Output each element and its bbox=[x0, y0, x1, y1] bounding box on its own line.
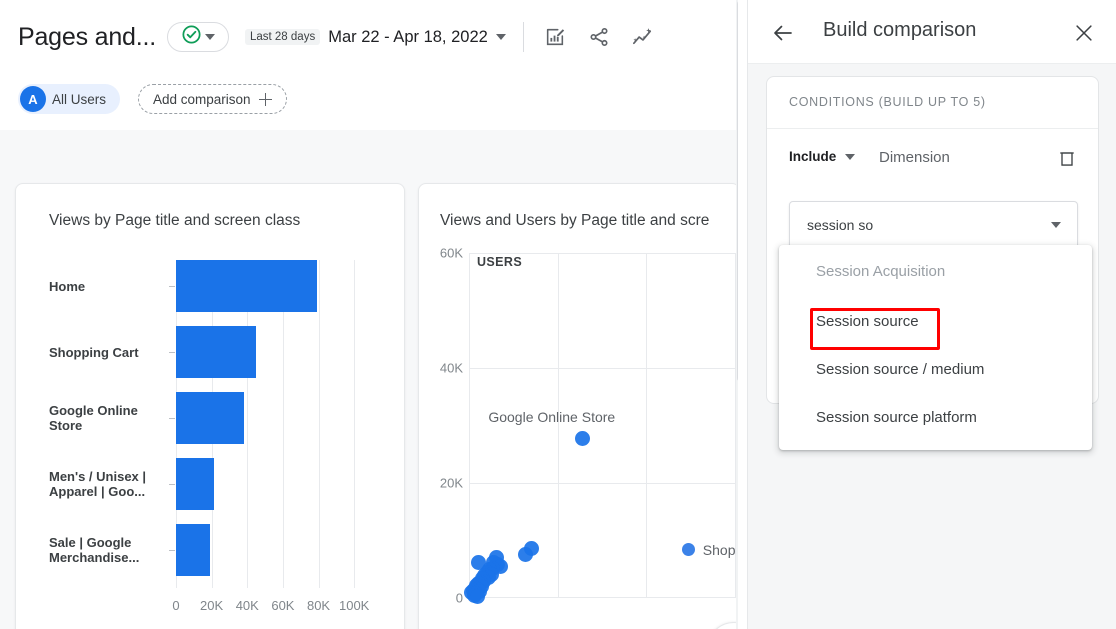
insights-icon[interactable] bbox=[630, 24, 656, 50]
scatter-chart-title: Views and Users by Page title and scre bbox=[440, 212, 710, 229]
bar-chart-axis-tick bbox=[169, 352, 175, 353]
bar-chart-category-label: Men's / Unisex | Apparel | Goo... bbox=[49, 469, 147, 499]
share-icon[interactable] bbox=[586, 24, 612, 50]
add-comparison-button[interactable]: Add comparison bbox=[138, 84, 287, 114]
scatter-gridline bbox=[469, 253, 735, 254]
card-views-and-users-scatter: Views and Users by Page title and scre 0… bbox=[418, 183, 738, 629]
bar-chart-axis-tick bbox=[169, 484, 175, 485]
bar-chart-category-label: Home bbox=[49, 279, 86, 294]
report-header: Pages and... Last 28 days Mar 22 - Apr 1… bbox=[0, 0, 738, 130]
date-chevron-down-icon[interactable] bbox=[495, 34, 506, 40]
scatter-data-point[interactable] bbox=[518, 546, 534, 562]
dropdown-option-label: Session source / medium bbox=[816, 360, 985, 378]
add-comparison-label: Add comparison bbox=[153, 91, 251, 107]
scatter-gridline bbox=[646, 253, 648, 598]
chevron-down-icon bbox=[204, 34, 215, 40]
avatar: A bbox=[20, 86, 46, 112]
bar-chart-x-tick-label: 20K bbox=[200, 598, 224, 613]
bar-chart-category-label: Shopping Cart bbox=[49, 345, 139, 360]
plus-icon bbox=[258, 92, 272, 106]
report-title-row: Pages and... Last 28 days Mar 22 - Apr 1… bbox=[18, 16, 656, 58]
scatter-series-name: USERS bbox=[477, 255, 523, 269]
chevron-down-icon bbox=[845, 153, 856, 160]
toolbar-divider bbox=[522, 22, 524, 52]
bar-chart-axis-tick bbox=[169, 550, 175, 551]
scatter-legend-item[interactable]: Shop bbox=[681, 541, 736, 558]
scatter-y-tick-label: 40K bbox=[439, 360, 463, 376]
report-main-area: Pages and... Last 28 days Mar 22 - Apr 1… bbox=[0, 0, 738, 629]
dropdown-group-label: Session Acquisition bbox=[816, 263, 946, 280]
bar-chart-x-tick-label: 100K bbox=[338, 598, 370, 613]
dropdown-option-label: Session source platform bbox=[816, 408, 977, 426]
scatter-y-tick-label: 20K bbox=[439, 475, 463, 491]
chevron-down-icon bbox=[1051, 222, 1061, 228]
comparison-chip-label: All Users bbox=[52, 91, 107, 107]
match-type-dropdown[interactable]: Include bbox=[789, 149, 856, 164]
scatter-gridline bbox=[557, 253, 559, 598]
comparison-chip-all-users[interactable]: A All Users bbox=[18, 84, 121, 114]
report-body: Views by Page title and screen class Hom… bbox=[0, 130, 738, 629]
scatter-data-point[interactable] bbox=[575, 430, 591, 446]
page-title: Pages and... bbox=[18, 22, 156, 51]
bar-chart-category-label: Google Online Store bbox=[49, 403, 138, 433]
panel-header: Build comparison bbox=[748, 0, 1116, 64]
back-arrow-icon[interactable] bbox=[770, 20, 796, 46]
dimension-search-input[interactable]: session so bbox=[789, 201, 1078, 249]
comparison-chips-row: A All Users Add comparison bbox=[18, 84, 287, 114]
bar-chart-bar[interactable] bbox=[176, 524, 210, 576]
dropdown-option-label: Session source bbox=[816, 312, 919, 330]
date-range-label[interactable]: Mar 22 - Apr 18, 2022 bbox=[328, 28, 488, 47]
edit-chart-icon[interactable] bbox=[542, 24, 568, 50]
scatter-gridline bbox=[469, 483, 735, 484]
dimension-dropdown-menu: Session Acquisition Session source Sessi… bbox=[779, 245, 1092, 450]
dimension-label: Dimension bbox=[879, 149, 950, 166]
bar-chart-axis-tick bbox=[169, 418, 175, 419]
dropdown-option-session-source-platform[interactable]: Session source platform bbox=[779, 393, 1092, 441]
bar-chart-x-tick-label: 40K bbox=[235, 598, 259, 613]
bar-chart-plot[interactable]: Home Shopping Cart Google Online Store Men'… bbox=[16, 246, 404, 629]
scatter-legend-label: Shop bbox=[702, 541, 736, 558]
card-views-by-page-title: Views by Page title and screen class Hom… bbox=[15, 183, 405, 629]
bar-chart-x-tick-label: 80K bbox=[306, 598, 331, 613]
bar-chart-bar[interactable] bbox=[176, 260, 317, 312]
scatter-data-point[interactable] bbox=[470, 588, 486, 604]
check-circle-icon bbox=[181, 24, 202, 50]
date-preset-badge: Last 28 days bbox=[244, 29, 321, 45]
main-scrollbar-thumb[interactable] bbox=[737, 0, 738, 382]
bar-chart-x-tick-label: 0 bbox=[172, 598, 180, 613]
scatter-annotation: Google Online Store bbox=[488, 409, 616, 426]
scatter-legend-swatch bbox=[681, 543, 695, 557]
match-type-label: Include bbox=[789, 149, 837, 164]
bar-chart-x-tick-label: 60K bbox=[271, 598, 295, 613]
bar-chart-bar[interactable] bbox=[176, 458, 215, 510]
dropdown-option-session-source[interactable]: Session source bbox=[779, 297, 1092, 345]
condition-row: Include Dimension bbox=[767, 129, 1098, 191]
scatter-y-tick-label: 0 bbox=[455, 590, 463, 606]
conditions-header: CONDITIONS (BUILD UP TO 5) bbox=[767, 77, 1098, 129]
dropdown-option-session-source-medium[interactable]: Session source / medium bbox=[779, 345, 1092, 393]
trash-icon[interactable] bbox=[1056, 147, 1078, 169]
bar-chart-gridline bbox=[318, 260, 320, 588]
panel-title: Build comparison bbox=[823, 19, 977, 41]
bar-chart-bar[interactable] bbox=[176, 326, 257, 378]
dimension-search-value: session so bbox=[807, 217, 874, 233]
conditions-label: CONDITIONS (BUILD UP TO 5) bbox=[789, 95, 986, 109]
bar-chart-axis-tick bbox=[169, 286, 175, 287]
main-scrollbar[interactable] bbox=[736, 0, 738, 629]
bar-chart-category-label: Sale | Google Merchandise... bbox=[49, 535, 140, 565]
scatter-y-tick-label: 60K bbox=[439, 245, 463, 261]
bar-chart-title: Views by Page title and screen class bbox=[49, 212, 301, 229]
close-icon[interactable] bbox=[1071, 20, 1097, 46]
bar-chart-gridline bbox=[354, 260, 356, 588]
scatter-gridline bbox=[469, 368, 735, 369]
bar-chart-bar[interactable] bbox=[176, 392, 244, 444]
report-status-pill[interactable] bbox=[166, 22, 229, 52]
scatter-chart-plot[interactable]: 0 20K 40K 60K USERS Google Online Store Shop bbox=[419, 246, 738, 629]
